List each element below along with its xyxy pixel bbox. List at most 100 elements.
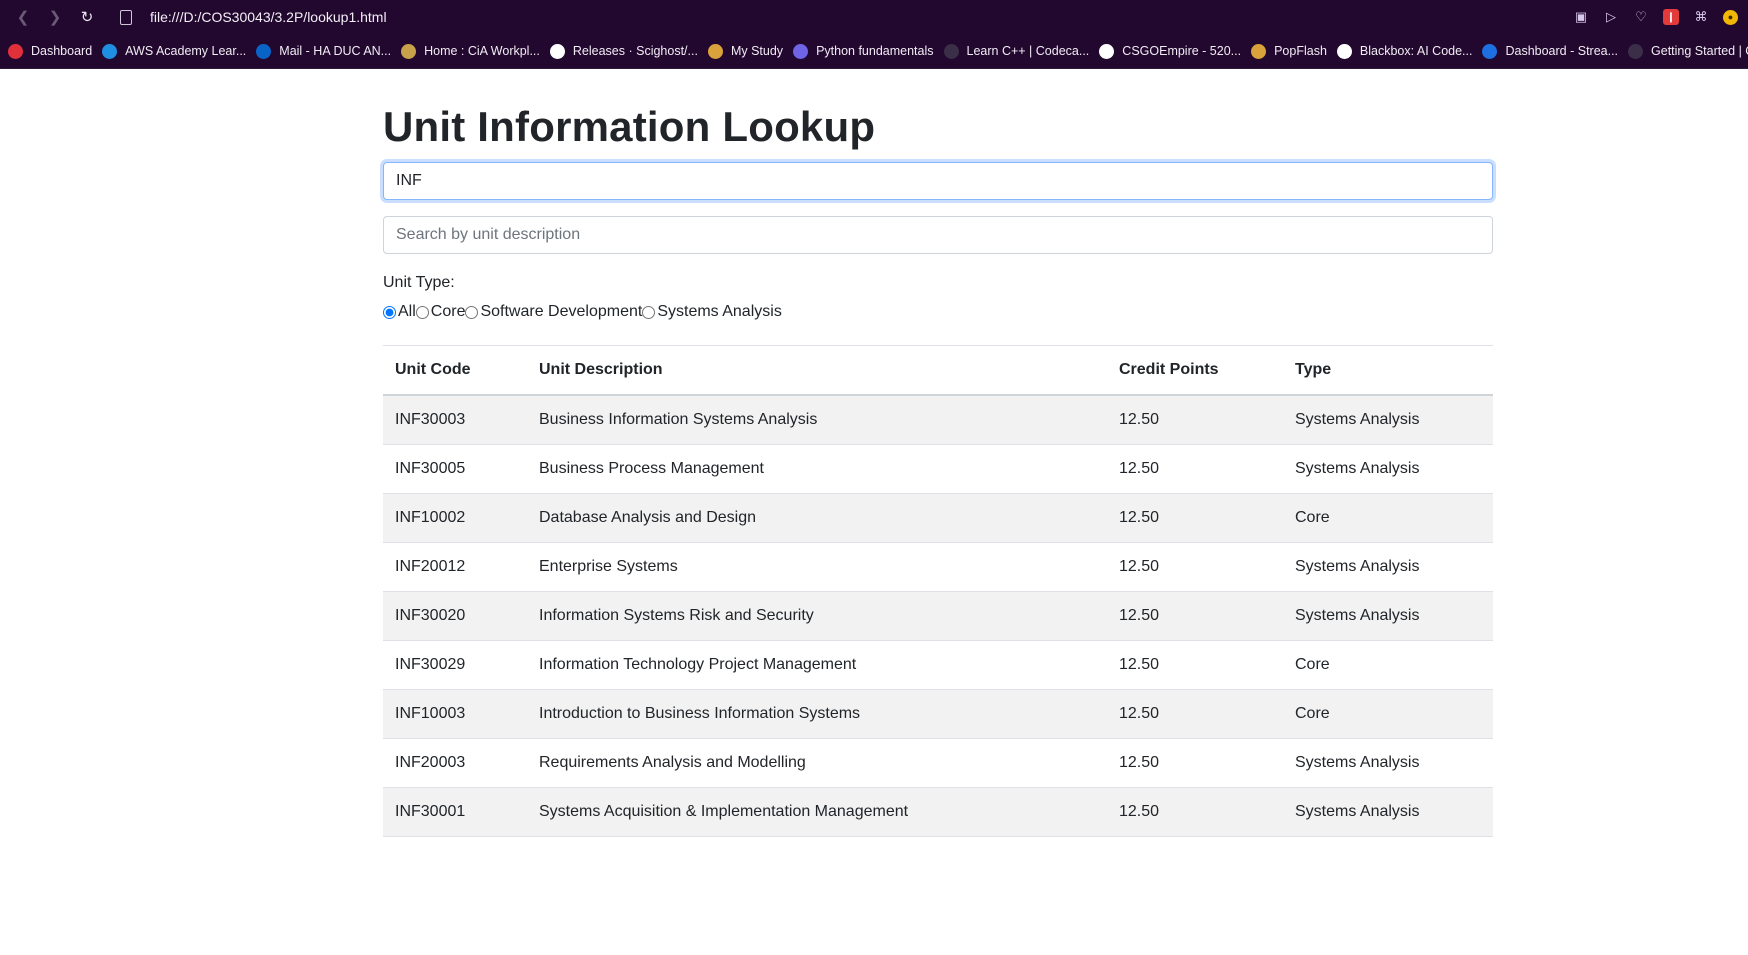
radio-button[interactable] bbox=[465, 305, 479, 319]
radio-button[interactable] bbox=[415, 305, 429, 319]
cell-credit-points: 12.50 bbox=[1107, 395, 1283, 446]
bookmark-label: Getting Started | Co... bbox=[1651, 44, 1748, 58]
address-text[interactable]: file:///D:/COS30043/3.2P/lookup1.html bbox=[150, 9, 387, 25]
cell-unit-description: Information Technology Project Managemen… bbox=[527, 640, 1107, 691]
bookmark-label: Learn C++ | Codeca... bbox=[966, 44, 1090, 58]
send-icon[interactable]: ▷ bbox=[1603, 9, 1619, 25]
bookmark-favicon-icon bbox=[793, 43, 809, 59]
cell-unit-code: INF20003 bbox=[383, 738, 527, 789]
unit-type-radio-option[interactable]: Systems Analysis bbox=[642, 303, 782, 321]
bookmark-label: Dashboard bbox=[31, 44, 93, 58]
profile-avatar-icon[interactable]: ● bbox=[1723, 9, 1738, 25]
units-table: Unit Code Unit Description Credit Points… bbox=[383, 345, 1493, 838]
cell-type: Systems Analysis bbox=[1283, 738, 1493, 789]
table-row: INF10003 Introduction to Business Informa… bbox=[383, 689, 1493, 740]
cell-unit-code: INF30001 bbox=[383, 787, 527, 838]
bookmark-favicon-icon bbox=[8, 43, 23, 59]
unit-code-search-input[interactable] bbox=[383, 162, 1493, 201]
bookmark-item[interactable]: AWS Academy Lear... bbox=[102, 43, 247, 59]
page-title: Unit Information Lookup bbox=[383, 103, 876, 150]
cell-unit-code: INF20012 bbox=[383, 542, 527, 593]
reload-icon[interactable]: ↻ bbox=[74, 4, 100, 30]
cell-type: Systems Analysis bbox=[1283, 591, 1493, 642]
cell-type: Systems Analysis bbox=[1283, 787, 1493, 838]
extension-icon[interactable]: ⌘ bbox=[1693, 9, 1709, 25]
header-type: Type bbox=[1283, 345, 1493, 397]
bookmark-label: Dashboard - Strea... bbox=[1505, 44, 1619, 58]
page-container: Unit Information Lookup Unit Type: All Co… bbox=[383, 102, 1493, 838]
cell-unit-description: Enterprise Systems bbox=[527, 542, 1107, 593]
bookmark-favicon-icon bbox=[102, 43, 118, 59]
bookmark-label: Home : CiA Workpl... bbox=[424, 44, 540, 58]
bookmark-label: Mail - HA DUC AN... bbox=[279, 44, 392, 58]
unit-type-radio-option[interactable]: Core bbox=[415, 303, 466, 321]
bookmark-label: Blackbox: AI Code... bbox=[1359, 44, 1473, 58]
cell-credit-points: 12.50 bbox=[1107, 493, 1283, 544]
address-bar[interactable]: file:///D:/COS30043/3.2P/lookup1.html bbox=[120, 9, 387, 25]
back-arrow-icon[interactable]: ❮ bbox=[10, 4, 36, 30]
cell-type: Core bbox=[1283, 493, 1493, 544]
bookmark-item[interactable]: Mail - HA DUC AN... bbox=[256, 43, 392, 59]
table-row: INF30029 Information Technology Project M… bbox=[383, 640, 1493, 691]
cell-unit-code: INF30029 bbox=[383, 640, 527, 691]
bookmark-favicon-icon bbox=[256, 43, 272, 59]
bookmarks-bar: Dashboard AWS Academy Lear... Mail - HA DU… bbox=[0, 34, 1748, 69]
browser-toolbar: ❮ ❯ ↻ file:///D:/COS30043/3.2P/lookup1.h… bbox=[0, 0, 1748, 34]
table-row: INF30020 Information Systems Risk and Sec… bbox=[383, 591, 1493, 642]
cell-unit-code: INF10003 bbox=[383, 689, 527, 740]
radio-label: Systems Analysis bbox=[657, 303, 782, 321]
bookmark-label: AWS Academy Lear... bbox=[125, 44, 247, 58]
cell-type: Systems Analysis bbox=[1283, 542, 1493, 593]
bookmark-item[interactable]: Dashboard bbox=[8, 43, 93, 59]
bookmark-favicon-icon bbox=[943, 43, 959, 59]
bookmark-item[interactable]: CSGOEmpire - 520... bbox=[1099, 43, 1242, 59]
header-unit-code: Unit Code bbox=[383, 345, 527, 397]
radio-label: Software Development bbox=[480, 303, 643, 321]
radio-label: Core bbox=[430, 303, 466, 321]
forward-arrow-icon[interactable]: ❯ bbox=[42, 4, 68, 30]
table-row: INF30005 Business Process Management 12.50… bbox=[383, 444, 1493, 495]
cell-credit-points: 12.50 bbox=[1107, 640, 1283, 691]
bookmark-label: CSGOEmpire - 520... bbox=[1122, 44, 1242, 58]
audio-extension-icon[interactable]: ❙ bbox=[1663, 9, 1679, 25]
bookmark-item[interactable]: Blackbox: AI Code... bbox=[1336, 43, 1473, 59]
cell-unit-description: Requirements Analysis and Modelling bbox=[527, 738, 1107, 789]
unit-description-search-input[interactable] bbox=[383, 216, 1493, 255]
unit-type-radio-group: All Core Software Development Systems Analy… bbox=[383, 303, 1493, 321]
bookmark-item[interactable]: Getting Started | Co... bbox=[1628, 43, 1748, 59]
cell-type: Core bbox=[1283, 689, 1493, 740]
table-row: INF20012 Enterprise Systems 12.50 Systems A… bbox=[383, 542, 1493, 593]
bookmark-favicon-icon bbox=[1099, 43, 1115, 59]
heart-icon[interactable]: ♡ bbox=[1633, 9, 1649, 25]
bookmark-item[interactable]: Home : CiA Workpl... bbox=[401, 43, 540, 59]
camera-icon[interactable]: ▣ bbox=[1573, 9, 1589, 25]
bookmark-item[interactable]: Dashboard - Strea... bbox=[1482, 43, 1619, 59]
table-row: INF30001 Systems Acquisition & Implementa… bbox=[383, 787, 1493, 838]
cell-credit-points: 12.50 bbox=[1107, 542, 1283, 593]
cell-unit-description: Introduction to Business Information Sys… bbox=[527, 689, 1107, 740]
cell-type: Core bbox=[1283, 640, 1493, 691]
unit-type-label: Unit Type: bbox=[383, 274, 455, 292]
cell-credit-points: 12.50 bbox=[1107, 738, 1283, 789]
bookmark-item[interactable]: My Study bbox=[707, 43, 784, 59]
radio-button[interactable] bbox=[383, 305, 396, 319]
table-header-row: Unit Code Unit Description Credit Points… bbox=[383, 345, 1493, 397]
bookmark-label: Releases · Scighost/... bbox=[572, 44, 698, 58]
bookmark-favicon-icon bbox=[1251, 43, 1267, 59]
bookmark-label: My Study bbox=[730, 44, 784, 58]
bookmark-favicon-icon bbox=[549, 43, 565, 59]
bookmark-item[interactable]: Python fundamentals bbox=[793, 43, 934, 59]
unit-type-radio-option[interactable]: Software Development bbox=[465, 303, 642, 321]
cell-type: Systems Analysis bbox=[1283, 444, 1493, 495]
cell-credit-points: 12.50 bbox=[1107, 689, 1283, 740]
bookmark-item[interactable]: Releases · Scighost/... bbox=[549, 43, 698, 59]
cell-unit-description: Business Information Systems Analysis bbox=[527, 395, 1107, 446]
cell-unit-code: INF30005 bbox=[383, 444, 527, 495]
cell-unit-code: INF30020 bbox=[383, 591, 527, 642]
unit-type-radio-option[interactable]: All bbox=[383, 303, 416, 321]
cell-unit-description: Database Analysis and Design bbox=[527, 493, 1107, 544]
radio-button[interactable] bbox=[642, 305, 656, 319]
radio-label: All bbox=[398, 303, 416, 321]
bookmark-item[interactable]: PopFlash bbox=[1251, 43, 1327, 59]
bookmark-item[interactable]: Learn C++ | Codeca... bbox=[943, 43, 1090, 59]
